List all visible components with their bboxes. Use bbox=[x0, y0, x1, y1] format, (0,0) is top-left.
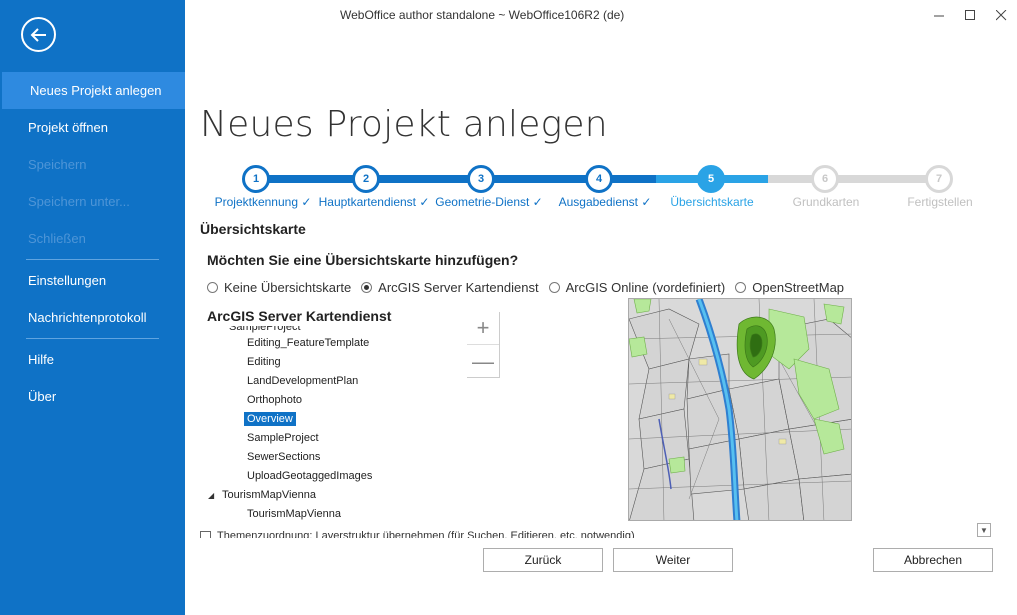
scroll-down-button[interactable]: ▼ bbox=[977, 523, 991, 537]
tree-item-partial[interactable]: SampleProject bbox=[200, 326, 470, 334]
option-label: ArcGIS Online (vordefiniert) bbox=[565, 280, 726, 295]
step-4-circle: 4 bbox=[585, 165, 613, 193]
step-1-circle: 1 bbox=[242, 165, 270, 193]
sidebar-nav: Neues Projekt anlegen Projekt öffnen Spe… bbox=[0, 72, 185, 415]
tree-item-label: Overview bbox=[243, 411, 297, 427]
step-5-label: Übersichtskarte bbox=[670, 195, 754, 209]
sidebar: Neues Projekt anlegen Projekt öffnen Spe… bbox=[0, 0, 185, 615]
arrow-left-icon bbox=[30, 27, 46, 42]
sidebar-item-about[interactable]: Über bbox=[0, 378, 185, 415]
tree-item[interactable]: Orthophoto bbox=[200, 391, 470, 410]
tree-item[interactable]: UploadGeotaggedImages bbox=[200, 467, 470, 486]
sidebar-item-save-as: Speichern unter... bbox=[28, 194, 130, 209]
close-icon bbox=[996, 9, 1007, 20]
tree-item-label: LandDevelopmentPlan bbox=[247, 375, 359, 387]
sidebar-divider bbox=[26, 338, 159, 339]
minimize-icon bbox=[934, 15, 944, 16]
step-6-circle: 6 bbox=[811, 165, 839, 193]
tree-item[interactable]: SampleProject bbox=[200, 429, 470, 448]
tree-item[interactable]: LandDevelopmentPlan bbox=[200, 372, 470, 391]
stepper-future-line bbox=[768, 175, 938, 183]
expand-arrow-icon[interactable]: ◢ bbox=[208, 486, 222, 505]
tree-item-label: Editing bbox=[247, 356, 281, 368]
option-label: OpenStreetMap bbox=[752, 280, 845, 295]
wizard-stepper: 1 2 3 4 5 6 7 Projektkennung ✓ Hauptkart… bbox=[200, 165, 990, 210]
service-tree[interactable]: SampleProject Editing_FeatureTemplate Ed… bbox=[200, 326, 470, 526]
sidebar-divider bbox=[26, 259, 159, 260]
cancel-button[interactable]: Abbrechen bbox=[873, 548, 993, 572]
option-arcgis-server[interactable]: ArcGIS Server Kartendienst bbox=[361, 280, 539, 295]
map-zoom-controls: + — bbox=[467, 312, 500, 378]
radio-button[interactable] bbox=[361, 282, 373, 293]
tree-item-label: Orthophoto bbox=[247, 394, 303, 406]
step-5-circle: 5 bbox=[697, 165, 725, 193]
tree-item[interactable]: Editing_FeatureTemplate bbox=[200, 334, 470, 353]
step-3-label: Geometrie-Dienst ✓ bbox=[435, 195, 543, 209]
step-7-circle: 7 bbox=[925, 165, 953, 193]
next-button[interactable]: Weiter bbox=[613, 548, 733, 572]
radio-button[interactable] bbox=[735, 282, 747, 293]
step-2-circle: 2 bbox=[352, 165, 380, 193]
overview-options: Keine Übersichtskarte ArcGIS Server Kart… bbox=[207, 280, 844, 295]
step-6-label: Grundkarten bbox=[792, 195, 860, 209]
tree-item-label: UploadGeotaggedImages bbox=[247, 470, 373, 482]
step-4-label: Ausgabedienst ✓ bbox=[558, 195, 652, 209]
radio-button[interactable] bbox=[207, 282, 218, 293]
tree-item-selected[interactable]: Overview bbox=[200, 410, 470, 429]
window-title: WebOffice author standalone ~ WebOffice1… bbox=[340, 8, 625, 22]
checkbox-label: Themenzuordnung: Layerstruktur übernehme… bbox=[217, 530, 635, 538]
sidebar-item-message-log[interactable]: Nachrichtenprotokoll bbox=[0, 299, 185, 336]
maximize-button[interactable] bbox=[955, 0, 986, 30]
overview-map-preview[interactable] bbox=[628, 298, 852, 521]
sidebar-item-help[interactable]: Hilfe bbox=[0, 341, 185, 378]
tree-item-label: SampleProject bbox=[229, 326, 301, 333]
sidebar-item-new-project[interactable]: Neues Projekt anlegen bbox=[2, 72, 185, 109]
step-2-label: Hauptkartendienst ✓ bbox=[318, 195, 430, 209]
tree-item-label: Editing_FeatureTemplate bbox=[247, 337, 370, 349]
layer-structure-checkbox[interactable]: Themenzuordnung: Layerstruktur übernehme… bbox=[200, 530, 700, 538]
step-3-circle: 3 bbox=[467, 165, 495, 193]
title-bar: WebOffice author standalone ~ WebOffice1… bbox=[185, 0, 1017, 30]
tree-item[interactable]: Editing bbox=[200, 353, 470, 372]
map-image bbox=[629, 299, 851, 520]
step-7-label: Fertigstellen bbox=[907, 195, 973, 209]
back-button[interactable] bbox=[21, 17, 56, 52]
zoom-in-button[interactable]: + bbox=[467, 312, 499, 345]
option-openstreetmap[interactable]: OpenStreetMap bbox=[735, 280, 844, 295]
option-label: ArcGIS Server Kartendienst bbox=[378, 280, 539, 295]
maximize-icon bbox=[965, 9, 975, 20]
tree-item-label: SampleProject bbox=[247, 432, 319, 444]
step-1-label: Projektkennung ✓ bbox=[214, 195, 312, 209]
tree-item-label: TourismMapVienna bbox=[247, 508, 341, 520]
tree-item-label: SewerSections bbox=[247, 451, 321, 463]
sidebar-item-save: Speichern bbox=[28, 157, 87, 172]
overview-question: Möchten Sie eine Übersichtskarte hinzufü… bbox=[207, 252, 519, 268]
tree-item[interactable]: TourismMapVienna bbox=[200, 505, 470, 524]
page-title: Neues Projekt anlegen bbox=[200, 104, 608, 145]
close-button[interactable] bbox=[986, 0, 1017, 30]
window-controls bbox=[924, 0, 1017, 30]
sidebar-item-settings[interactable]: Einstellungen bbox=[0, 262, 185, 299]
tree-item[interactable]: SewerSections bbox=[200, 448, 470, 467]
checkbox[interactable] bbox=[200, 530, 211, 538]
minimize-button[interactable] bbox=[924, 0, 955, 30]
option-no-overview[interactable]: Keine Übersichtskarte bbox=[207, 280, 351, 295]
section-title: Übersichtskarte bbox=[200, 221, 306, 237]
sidebar-item-close: Schließen bbox=[28, 231, 86, 246]
radio-button[interactable] bbox=[548, 282, 560, 293]
sidebar-item-open-project[interactable]: Projekt öffnen bbox=[0, 109, 185, 146]
back-step-button[interactable]: Zurück bbox=[483, 548, 603, 572]
option-label: Keine Übersichtskarte bbox=[224, 280, 352, 295]
tree-item-label: TourismMapVienna bbox=[222, 489, 316, 501]
option-arcgis-online[interactable]: ArcGIS Online (vordefiniert) bbox=[548, 280, 726, 295]
tree-title: ArcGIS Server Kartendienst bbox=[207, 308, 392, 324]
tree-group[interactable]: ◢ TourismMapVienna bbox=[200, 486, 470, 505]
zoom-out-button[interactable]: — bbox=[467, 345, 499, 378]
